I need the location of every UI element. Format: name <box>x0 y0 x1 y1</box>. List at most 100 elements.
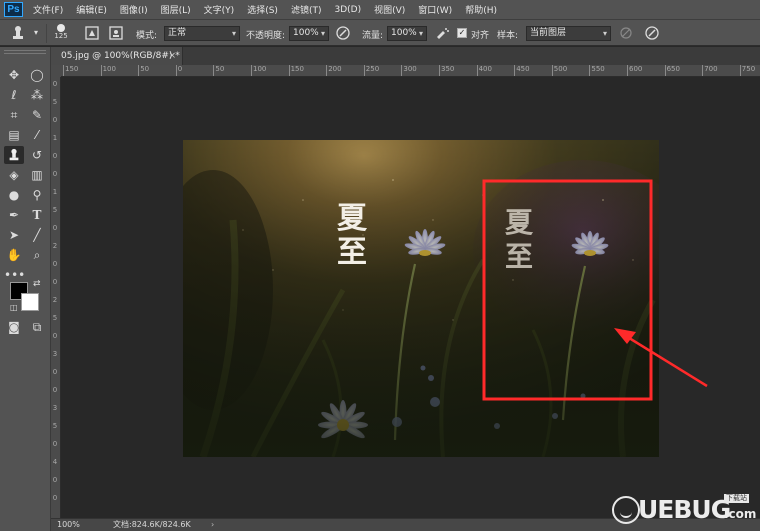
ruler-v-label: 4 <box>52 458 58 466</box>
status-menu-arrow[interactable]: › <box>211 519 214 531</box>
document-info[interactable]: 文档:824.6K/824.6K <box>113 519 191 531</box>
menu-type[interactable]: 文字(Y) <box>204 3 235 16</box>
brush-tool-icon[interactable]: ⁄ <box>27 126 47 144</box>
line-tool-icon[interactable]: ╱ <box>27 226 47 244</box>
path-selection-tool-icon[interactable]: ➤ <box>4 226 24 244</box>
ruler-v-label: 3 <box>52 404 58 412</box>
quick-mask-icon[interactable]: ◙ <box>4 318 24 336</box>
pen-tool-icon[interactable]: ✒ <box>4 206 24 224</box>
menu-help[interactable]: 帮助(H) <box>465 3 497 16</box>
menu-layer[interactable]: 图层(L) <box>161 3 191 16</box>
clone-source-icon[interactable] <box>108 25 124 41</box>
close-icon[interactable]: × <box>168 47 176 65</box>
menu-window[interactable]: 窗口(W) <box>418 3 452 16</box>
sample-label: 样本: <box>497 31 519 41</box>
highlight-box <box>482 179 653 401</box>
menu-view[interactable]: 视图(V) <box>374 3 405 16</box>
document-tab-bar: 05.jpg @ 100%(RGB/8#) * × <box>51 47 760 65</box>
ruler-v-label: 0 <box>52 332 58 340</box>
default-colors-icon[interactable]: ◫ <box>10 303 18 312</box>
ruler-h-tick <box>63 65 64 76</box>
menu-image[interactable]: 图像(I) <box>120 3 148 16</box>
ruler-h-tick <box>439 65 440 76</box>
ignore-adjustment-layers-icon[interactable] <box>618 25 634 41</box>
ruler-origin[interactable] <box>51 65 61 77</box>
magic-wand-tool-icon[interactable]: ⁂ <box>27 86 47 104</box>
flow-field[interactable]: 100% ▾ <box>387 26 427 41</box>
ruler-v-label: 0 <box>52 224 58 232</box>
zoom-field[interactable]: 100% <box>57 519 80 531</box>
background-color-swatch[interactable] <box>21 293 39 311</box>
pressure-opacity-icon[interactable] <box>335 25 351 41</box>
ruler-h-label: 650 <box>666 65 680 73</box>
menu-file[interactable]: 文件(F) <box>33 3 63 16</box>
brush-size-label: 125 <box>54 32 68 40</box>
ruler-h-label: 600 <box>629 65 643 73</box>
ruler-v-label: 3 <box>52 350 58 358</box>
ruler-h-label: 100 <box>253 65 267 73</box>
ruler-v-label: 0 <box>52 494 58 502</box>
clone-stamp-tool-icon[interactable] <box>4 146 24 164</box>
airbrush-icon[interactable] <box>434 25 450 41</box>
ruler-h-label: 350 <box>441 65 455 73</box>
dodge-tool-icon[interactable]: ⚲ <box>27 186 47 204</box>
menu-bar: Ps 文件(F) 编辑(E) 图像(I) 图层(L) 文字(Y) 选择(S) 滤… <box>0 0 760 19</box>
ruler-h-tick <box>739 65 741 76</box>
marquee-tool-icon[interactable]: ◯ <box>27 66 47 84</box>
ruler-h-tick <box>514 65 516 76</box>
history-brush-tool-icon[interactable]: ↺ <box>27 146 47 164</box>
type-tool-icon[interactable]: T <box>27 206 47 224</box>
chevron-down-icon: ▾ <box>418 29 423 38</box>
brush-size-picker[interactable]: 125 <box>52 23 70 43</box>
menu-select[interactable]: 选择(S) <box>247 3 278 16</box>
vertical-ruler[interactable]: 0 5 0 1 0 0 1 5 0 2 0 0 2 5 0 3 0 0 3 5 0 4 0 0 <box>51 77 61 518</box>
clone-stamp-preset-icon[interactable] <box>10 25 26 41</box>
healing-brush-tool-icon[interactable]: ▤ <box>4 126 24 144</box>
horizontal-ruler[interactable]: 150 100 50 0 50 100 150 200 250 300 350 400 450 500 55… <box>61 65 760 77</box>
separator <box>46 24 47 43</box>
gradient-tool-icon[interactable]: ▥ <box>27 166 47 184</box>
move-tool-icon[interactable]: ✥ <box>4 66 24 84</box>
brush-panel-icon[interactable] <box>84 25 100 41</box>
ruler-h-tick <box>401 65 403 76</box>
align-checkbox[interactable]: ✓ <box>457 28 467 38</box>
align-label: 对齐 <box>471 31 490 41</box>
document-workspace[interactable]: 夏 至 夏 至 <box>61 77 760 518</box>
preset-dropdown-icon[interactable]: ▾ <box>28 25 44 41</box>
menu-edit[interactable]: 编辑(E) <box>76 3 107 16</box>
opacity-field[interactable]: 100% ▾ <box>289 26 329 41</box>
ruler-v-label: 0 <box>52 80 58 88</box>
eyedropper-tool-icon[interactable]: ✎ <box>27 106 47 124</box>
flow-value: 100% <box>391 28 417 38</box>
lasso-tool-icon[interactable]: ℓ <box>4 86 24 104</box>
document-tab-title: 05.jpg @ 100%(RGB/8#) * <box>61 51 180 61</box>
zoom-tool-icon[interactable]: ⌕ <box>27 246 47 264</box>
ruler-h-label: 750 <box>741 65 756 73</box>
pressure-size-icon[interactable] <box>644 25 660 41</box>
screen-mode-icon[interactable]: ⧉ <box>27 318 47 336</box>
blur-tool-icon[interactable]: ● <box>4 186 24 204</box>
crop-tool-icon[interactable]: ⌗ <box>4 106 24 124</box>
ruler-h-label: 0 <box>177 65 183 73</box>
eraser-tool-icon[interactable]: ◈ <box>4 166 24 184</box>
ruler-h-tick <box>702 65 704 76</box>
menu-filter[interactable]: 滤镜(T) <box>291 3 322 16</box>
mode-select[interactable]: 正常 ▾ <box>164 26 240 41</box>
toolbar-grip[interactable] <box>4 50 46 54</box>
ruler-h-tick <box>363 65 365 76</box>
hand-tool-icon[interactable]: ✋ <box>4 246 24 264</box>
tab-document[interactable]: 05.jpg @ 100%(RGB/8#) * × <box>51 47 183 65</box>
ruler-h-tick <box>138 65 140 76</box>
menu-3d[interactable]: 3D(D) <box>334 5 361 15</box>
watermark-text: UEBUG <box>638 495 731 524</box>
watermark-smile-icon <box>620 512 632 518</box>
swap-colors-icon[interactable]: ⇄ <box>33 279 41 289</box>
ruler-v-label: 5 <box>52 98 58 106</box>
ruler-v-label: 0 <box>52 476 58 484</box>
watermark-logo-icon <box>612 496 640 524</box>
site-watermark: UEBUG 下载站 .com <box>612 493 760 531</box>
photoshop-logo: Ps <box>4 2 23 17</box>
sample-select[interactable]: 当前图层 ▾ <box>526 26 611 41</box>
ruler-h-label: 150 <box>290 65 304 73</box>
flow-label: 流量: <box>362 31 384 41</box>
